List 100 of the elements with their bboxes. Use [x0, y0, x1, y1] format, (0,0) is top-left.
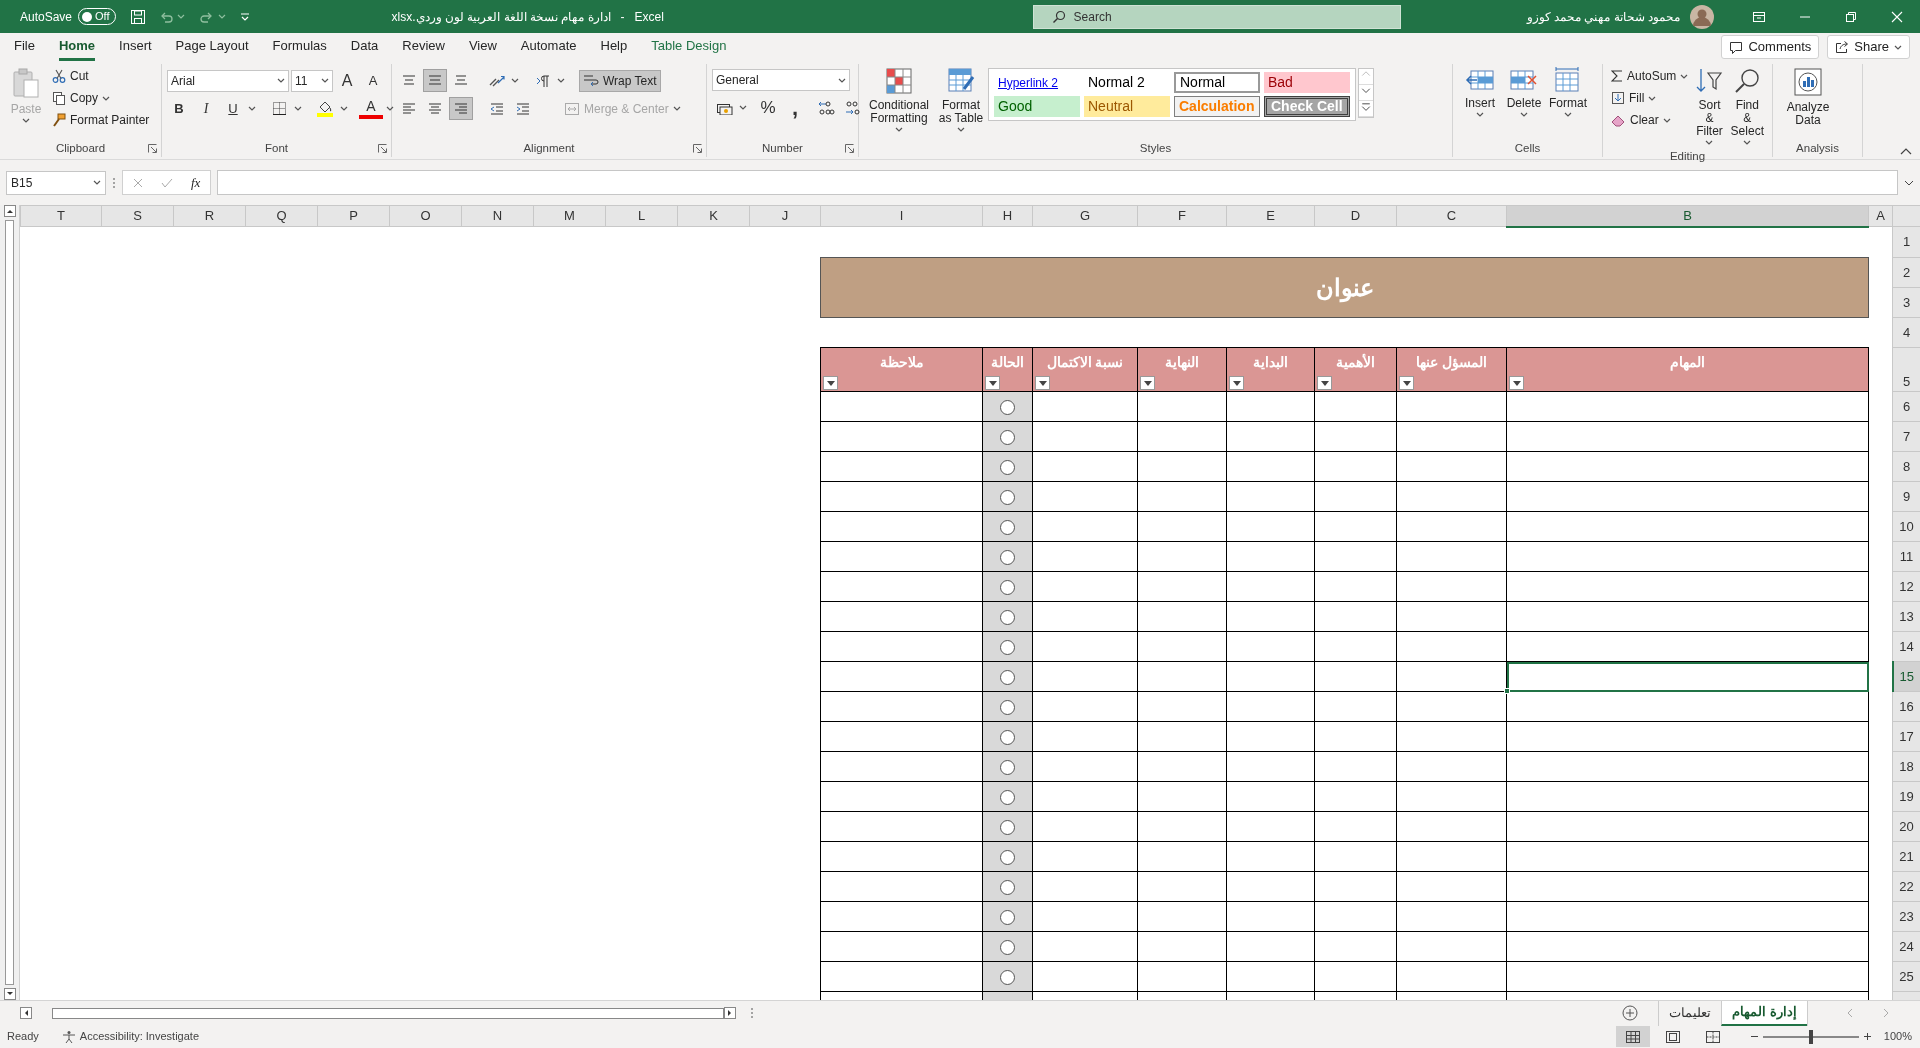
- cells-format-button[interactable]: Format: [1546, 65, 1590, 119]
- customize-toolbar-icon[interactable]: [239, 12, 250, 21]
- row-header[interactable]: 4: [1892, 317, 1920, 348]
- column-header[interactable]: P: [317, 205, 390, 227]
- column-header[interactable]: D: [1314, 205, 1397, 227]
- filter-button[interactable]: [1317, 376, 1332, 390]
- percent-style-button[interactable]: %: [756, 96, 780, 119]
- search-field[interactable]: Search: [1032, 4, 1401, 29]
- row-header[interactable]: 22: [1892, 871, 1920, 902]
- alignment-button[interactable]: [449, 97, 473, 120]
- radio-button[interactable]: [1000, 459, 1015, 475]
- dialog-launcher-icon[interactable]: [148, 144, 157, 153]
- column-header[interactable]: C: [1396, 205, 1507, 227]
- scroll-up-icon[interactable]: [3, 205, 16, 217]
- cell-style[interactable]: Normal: [1174, 72, 1260, 93]
- view-button[interactable]: [1615, 1026, 1650, 1047]
- row-header[interactable]: 1: [1892, 226, 1920, 258]
- ribbon-tab[interactable]: View: [468, 32, 497, 62]
- accessibility-button[interactable]: Accessibility: Investigate: [58, 1026, 202, 1047]
- row-header[interactable]: 15: [1892, 661, 1920, 692]
- column-header[interactable]: M: [533, 205, 606, 227]
- cell-style[interactable]: Neutral: [1084, 96, 1170, 117]
- italic-button[interactable]: I: [194, 97, 218, 120]
- column-header[interactable]: N: [461, 205, 534, 227]
- restore-icon[interactable]: [1844, 9, 1858, 24]
- comments-button[interactable]: Comments: [1721, 35, 1820, 59]
- row-header[interactable]: 24: [1892, 931, 1920, 962]
- dialog-launcher-icon[interactable]: [693, 144, 702, 153]
- number-format-dropdown[interactable]: General: [712, 69, 850, 91]
- radio-button[interactable]: [1000, 609, 1015, 625]
- column-header[interactable]: F: [1137, 205, 1227, 227]
- filter-button[interactable]: [1509, 376, 1524, 390]
- radio-button[interactable]: [1000, 639, 1015, 655]
- radio-button[interactable]: [1000, 669, 1015, 685]
- zoom-in-icon[interactable]: [1862, 1032, 1872, 1041]
- format-as-table-button[interactable]: Format as Table: [934, 65, 988, 134]
- row-header[interactable]: 17: [1892, 721, 1920, 752]
- radio-button[interactable]: [1000, 489, 1015, 505]
- font-size-dropdown[interactable]: 11: [291, 69, 333, 92]
- column-header[interactable]: S: [101, 205, 174, 227]
- radio-button[interactable]: [1000, 849, 1015, 865]
- radio-button[interactable]: [1000, 429, 1015, 445]
- collapse-ribbon-icon[interactable]: [1900, 147, 1912, 155]
- zoom-slider-thumb[interactable]: [1808, 1029, 1813, 1044]
- radio-button[interactable]: [1000, 579, 1015, 595]
- radio-button[interactable]: [1000, 699, 1015, 715]
- ribbon-tab[interactable]: Formulas: [272, 32, 327, 62]
- vertical-scrollbar-thumb[interactable]: [5, 220, 14, 985]
- row-header[interactable]: 5: [1892, 347, 1920, 392]
- ribbon-tab[interactable]: Review: [402, 32, 445, 62]
- radio-button[interactable]: [1000, 729, 1015, 745]
- increase-font-size-button[interactable]: A: [335, 69, 359, 92]
- gallery-more-icon[interactable]: [1359, 101, 1373, 117]
- underline-button[interactable]: U: [221, 97, 245, 120]
- row-header[interactable]: 7: [1892, 421, 1920, 452]
- cell-style[interactable]: Good: [994, 96, 1080, 117]
- column-header[interactable]: O: [389, 205, 462, 227]
- insert-function-button[interactable]: fx: [191, 172, 201, 193]
- radio-button[interactable]: [1000, 549, 1015, 565]
- row-header[interactable]: 12: [1892, 571, 1920, 602]
- selected-cell[interactable]: [1506, 661, 1869, 692]
- row-header[interactable]: 11: [1892, 541, 1920, 572]
- ribbon-tab[interactable]: Insert: [119, 32, 152, 62]
- row-header[interactable]: 2: [1892, 257, 1920, 288]
- dialog-launcher-icon[interactable]: [845, 144, 854, 153]
- font-name-dropdown[interactable]: Arial: [167, 69, 289, 92]
- row-header[interactable]: 18: [1892, 751, 1920, 782]
- find-select-button[interactable]: Find & Select: [1727, 65, 1767, 147]
- ribbon-tab[interactable]: Table Design: [651, 32, 727, 62]
- radio-button[interactable]: [1000, 969, 1015, 985]
- ribbon-tab[interactable]: File: [14, 32, 35, 62]
- autosum-button[interactable]: AutoSum: [1608, 65, 1692, 87]
- column-header[interactable]: T: [20, 205, 102, 227]
- ribbon-tab[interactable]: Data: [350, 32, 379, 62]
- share-button[interactable]: Share: [1827, 35, 1910, 59]
- scroll-right-icon[interactable]: [724, 1007, 736, 1019]
- row-header[interactable]: 19: [1892, 781, 1920, 812]
- save-icon[interactable]: [129, 8, 146, 25]
- drag-handle-icon[interactable]: [750, 1007, 754, 1019]
- check-icon[interactable]: [161, 177, 173, 188]
- column-header[interactable]: Q: [245, 205, 318, 227]
- fill-handle[interactable]: [1504, 688, 1510, 694]
- column-header[interactable]: J: [749, 205, 821, 227]
- row-header[interactable]: 21: [1892, 841, 1920, 872]
- dialog-launcher-icon[interactable]: [378, 144, 387, 153]
- radio-button[interactable]: [1000, 789, 1015, 805]
- drag-handle-icon[interactable]: [112, 176, 116, 189]
- filter-button[interactable]: [1035, 376, 1050, 390]
- sort-filter-button[interactable]: Sort & Filter: [1691, 65, 1728, 147]
- comma-style-button[interactable]: ,: [783, 96, 807, 119]
- column-header[interactable]: G: [1032, 205, 1138, 227]
- column-header[interactable]: A: [1868, 205, 1893, 227]
- column-header[interactable]: I: [820, 205, 983, 227]
- name-box[interactable]: B15: [6, 170, 106, 195]
- scroll-down-icon[interactable]: [3, 988, 16, 1000]
- column-header[interactable]: H: [982, 205, 1033, 227]
- ribbon-tab[interactable]: Page Layout: [175, 32, 249, 62]
- radio-button[interactable]: [1000, 879, 1015, 895]
- close-icon[interactable]: [1890, 9, 1904, 24]
- column-header[interactable]: L: [605, 205, 678, 227]
